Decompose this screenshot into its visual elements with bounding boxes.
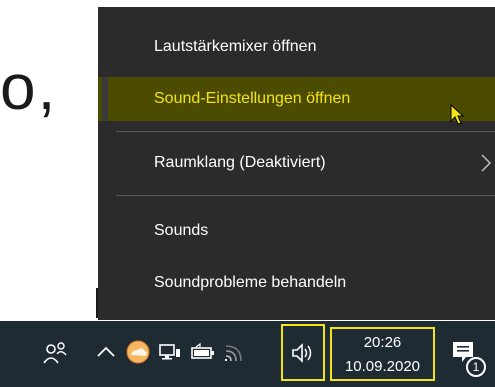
notification-count-badge: 1 (466, 357, 486, 377)
menu-item-label: Lautstärkemixer öffnen (154, 38, 317, 55)
taskbar-clock[interactable]: 20:26 10.09.2020 (330, 327, 435, 381)
chevron-right-icon (481, 154, 492, 172)
onedrive-icon[interactable] (125, 339, 151, 365)
menu-item-label: Soundprobleme behandeln (154, 274, 347, 291)
clock-time: 20:26 (363, 334, 402, 351)
network-icon[interactable] (157, 339, 183, 365)
mouse-pointer-icon (450, 104, 465, 125)
clock-date: 10.09.2020 (344, 358, 421, 375)
menu-item-label: Raumklang (Deaktiviert) (154, 154, 326, 171)
menu-item-label: Sounds (154, 222, 209, 239)
menu-item-volume-mixer[interactable]: Lautstärkemixer öffnen (98, 25, 495, 69)
menu-item-spatial-sound[interactable]: Raumklang (Deaktiviert) (98, 141, 495, 185)
menu-separator (116, 131, 495, 132)
battery-icon[interactable] (190, 339, 216, 365)
menu-item-label: Sound-Einstellungen öffnen (154, 90, 351, 107)
menu-item-troubleshoot[interactable]: Soundprobleme behandeln (98, 261, 495, 305)
menu-item-sounds[interactable]: Sounds (98, 209, 495, 253)
taskbar: 20:26 10.09.2020 1 (0, 321, 495, 387)
wifi-icon[interactable] (222, 339, 248, 365)
speaker-icon (292, 343, 312, 363)
chevron-up-icon[interactable] (93, 339, 119, 365)
background-document-text: o, (0, 51, 58, 123)
volume-tray-button[interactable] (281, 324, 325, 381)
menu-separator (116, 195, 495, 196)
sound-context-menu: Lautstärkemixer öffnen Sound-Einstellung… (98, 7, 495, 320)
menu-item-sound-settings[interactable]: Sound-Einstellungen öffnen (98, 77, 495, 121)
people-icon[interactable] (42, 339, 68, 365)
